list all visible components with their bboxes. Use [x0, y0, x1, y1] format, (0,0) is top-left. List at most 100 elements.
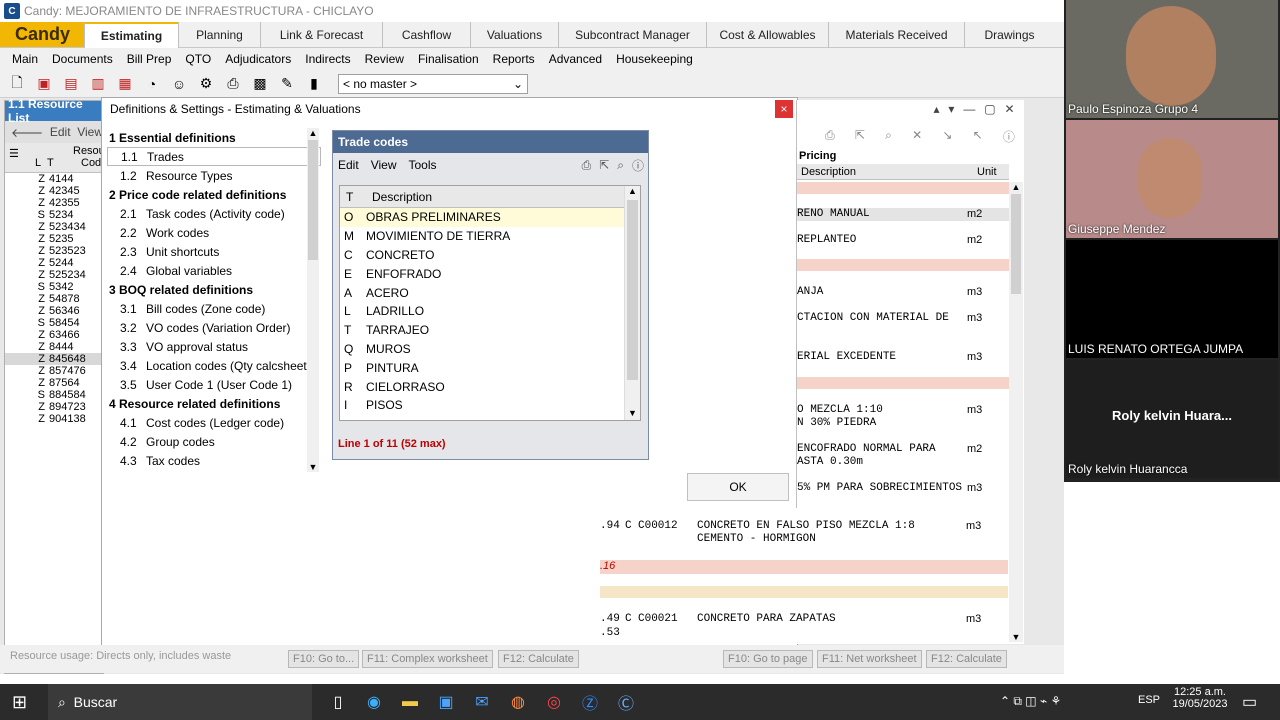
- tree-heading[interactable]: 3 BOQ related definitions: [107, 280, 321, 299]
- table-row[interactable]: Z 42355: [5, 197, 103, 209]
- tab-valuations[interactable]: Valuations: [470, 22, 558, 48]
- tree-item[interactable]: 3.3 VO approval status: [107, 337, 321, 356]
- down-icon[interactable]: ▾: [948, 102, 954, 116]
- close-icon[interactable]: ×: [775, 100, 793, 118]
- table-row[interactable]: S 884584: [5, 389, 103, 401]
- f11-complex-worksheet-button[interactable]: F11: Complex worksheet: [362, 650, 493, 668]
- store-icon[interactable]: ▣: [428, 684, 464, 720]
- table-row[interactable]: Z 857476: [5, 365, 103, 377]
- table-row[interactable]: ENCOFRADO NORMAL PARA ASTA 0.30m m2: [797, 443, 1009, 469]
- users-icon[interactable]: ☺: [168, 73, 190, 95]
- participant-tile[interactable]: Roly kelvin Huara... Roly kelvin Huaranc…: [1066, 360, 1278, 478]
- chart-icon[interactable]: ◔: [141, 73, 163, 95]
- tree-item[interactable]: 4.3 Tax codes: [107, 451, 321, 470]
- windows-start-icon[interactable]: ⊞: [12, 692, 27, 713]
- table-row[interactable]: Z 54878: [5, 293, 103, 305]
- file-explorer-icon[interactable]: ▬: [392, 684, 428, 720]
- table-row[interactable]: Z 8444: [5, 341, 103, 353]
- arrow-icon[interactable]: ↘: [942, 128, 952, 146]
- tree-item[interactable]: 3.1 Bill codes (Zone code): [107, 299, 321, 318]
- tree-scrollbar[interactable]: ▲ ▼: [307, 128, 319, 472]
- table-row[interactable]: Z 87564: [5, 377, 103, 389]
- language-indicator[interactable]: ESP: [1138, 694, 1160, 706]
- scroll-up-icon[interactable]: ▲: [307, 128, 319, 138]
- table-row[interactable]: Z 63466: [5, 329, 103, 341]
- bill-icon[interactable]: ▣: [33, 73, 55, 95]
- table-row[interactable]: Z 523523: [5, 245, 103, 257]
- export-icon[interactable]: ⇱: [855, 128, 865, 146]
- menu-advanced[interactable]: Advanced: [549, 52, 602, 66]
- search-icon[interactable]: ⌕: [617, 158, 624, 173]
- menu-review[interactable]: Review: [365, 52, 404, 66]
- edge-icon[interactable]: ◉: [356, 684, 392, 720]
- scroll-up-icon[interactable]: ▲: [1009, 182, 1023, 192]
- books-icon[interactable]: ▮: [303, 73, 325, 95]
- tray-icons[interactable]: ⌃ ⧉ ◫ ⌁ ⚘: [1000, 694, 1061, 709]
- tab-cost-allowables[interactable]: Cost & Allowables: [706, 22, 828, 48]
- table-row[interactable]: Z 42345: [5, 185, 103, 197]
- table-row[interactable]: RENO MANUAL m2: [797, 208, 1009, 221]
- table-row[interactable]: C CONCRETO: [340, 246, 640, 265]
- participant-tile[interactable]: Paulo Espinoza Grupo 4: [1066, 0, 1278, 118]
- menu-documents[interactable]: Documents: [52, 52, 113, 66]
- table-row[interactable]: Z 4144: [5, 173, 103, 185]
- scroll-down-icon[interactable]: ▼: [307, 462, 319, 472]
- participant-tile[interactable]: Giuseppe Mendez: [1066, 120, 1278, 238]
- f12-calculate-right-button[interactable]: F12: Calculate: [926, 650, 1007, 668]
- tree-item[interactable]: 2.4 Global variables: [107, 261, 321, 280]
- tab-planning[interactable]: Planning: [178, 22, 260, 48]
- tree-item[interactable]: 4.2 Group codes: [107, 432, 321, 451]
- grid-scrollbar[interactable]: ▲ ▼: [624, 186, 640, 420]
- tree-item[interactable]: 1.2 Resource Types: [107, 166, 321, 185]
- table-row[interactable]: I PISOS: [340, 396, 640, 415]
- clock[interactable]: 12:25 a.m. 19/05/2023: [1172, 686, 1228, 710]
- pricing-scrollbar[interactable]: ▲ ▼: [1009, 182, 1023, 642]
- table-row[interactable]: Z 845648: [5, 353, 103, 365]
- file-icon[interactable]: 🗋: [6, 73, 28, 95]
- up-icon[interactable]: ▴: [933, 102, 939, 116]
- master-select[interactable]: < no master > ⌄: [338, 73, 528, 94]
- scroll-up-icon[interactable]: ▲: [625, 186, 640, 196]
- close-icon[interactable]: ✕: [1004, 102, 1014, 116]
- trade-menu-edit[interactable]: Edit: [338, 158, 359, 172]
- print-icon[interactable]: ⎙: [582, 158, 592, 173]
- tree-item[interactable]: 2.3 Unit shortcuts: [107, 242, 321, 261]
- menu-finalisation[interactable]: Finalisation: [418, 52, 479, 66]
- scroll-down-icon[interactable]: ▼: [625, 408, 640, 418]
- tab-drawings[interactable]: Drawings: [964, 22, 1054, 48]
- menu-adjudicators[interactable]: Adjudicators: [225, 52, 291, 66]
- table-row[interactable]: Z 56346: [5, 305, 103, 317]
- table-row[interactable]: ERIAL EXCEDENTE m3: [797, 351, 1009, 364]
- table-row[interactable]: O OBRAS PRELIMINARES: [340, 208, 640, 227]
- tab-materials-received[interactable]: Materials Received: [828, 22, 964, 48]
- calculator-icon[interactable]: ▩: [249, 73, 271, 95]
- maximize-icon[interactable]: ▢: [984, 102, 995, 116]
- menu-housekeeping[interactable]: Housekeeping: [616, 52, 693, 66]
- report-icon[interactable]: ▥: [87, 73, 109, 95]
- table-row[interactable]: S 5342: [5, 281, 103, 293]
- table-row[interactable]: L LADRILLO: [340, 302, 640, 321]
- menu-qto[interactable]: QTO: [185, 52, 211, 66]
- help-icon[interactable]: ⓘ: [632, 157, 644, 174]
- pdf-icon[interactable]: ▤: [60, 73, 82, 95]
- gear-icon[interactable]: ⚙: [195, 73, 217, 95]
- table-row[interactable]: S 58454: [5, 317, 103, 329]
- grid-scroll-thumb[interactable]: [627, 200, 638, 380]
- table-row[interactable]: P PINTURA: [340, 358, 640, 377]
- pricing-scroll-thumb[interactable]: [1011, 194, 1021, 294]
- tree-scroll-thumb[interactable]: [308, 140, 318, 260]
- tree-item[interactable]: 3.4 Location codes (Qty calcsheet): [107, 356, 321, 375]
- table-row[interactable]: Z 904138: [5, 413, 103, 425]
- minimize-icon[interactable]: —: [963, 102, 975, 116]
- menu-main[interactable]: Main: [12, 52, 38, 66]
- table-row[interactable]: ANJA m3: [797, 286, 1009, 299]
- cross-icon[interactable]: ✕: [912, 128, 922, 146]
- tree-item[interactable]: 2.2 Work codes: [107, 223, 321, 242]
- resource-list-view-menu[interactable]: View: [77, 125, 103, 139]
- table-row[interactable]: Z 5235: [5, 233, 103, 245]
- table-row[interactable]: Z 894723: [5, 401, 103, 413]
- table-row[interactable]: A ACERO: [340, 283, 640, 302]
- tree-heading[interactable]: 4 Resource related definitions: [107, 394, 321, 413]
- taskbar-search[interactable]: ⌕ Buscar: [48, 684, 312, 720]
- table-row[interactable]: O MEZCLA 1:10 N 30% PIEDRA m3: [797, 404, 1009, 430]
